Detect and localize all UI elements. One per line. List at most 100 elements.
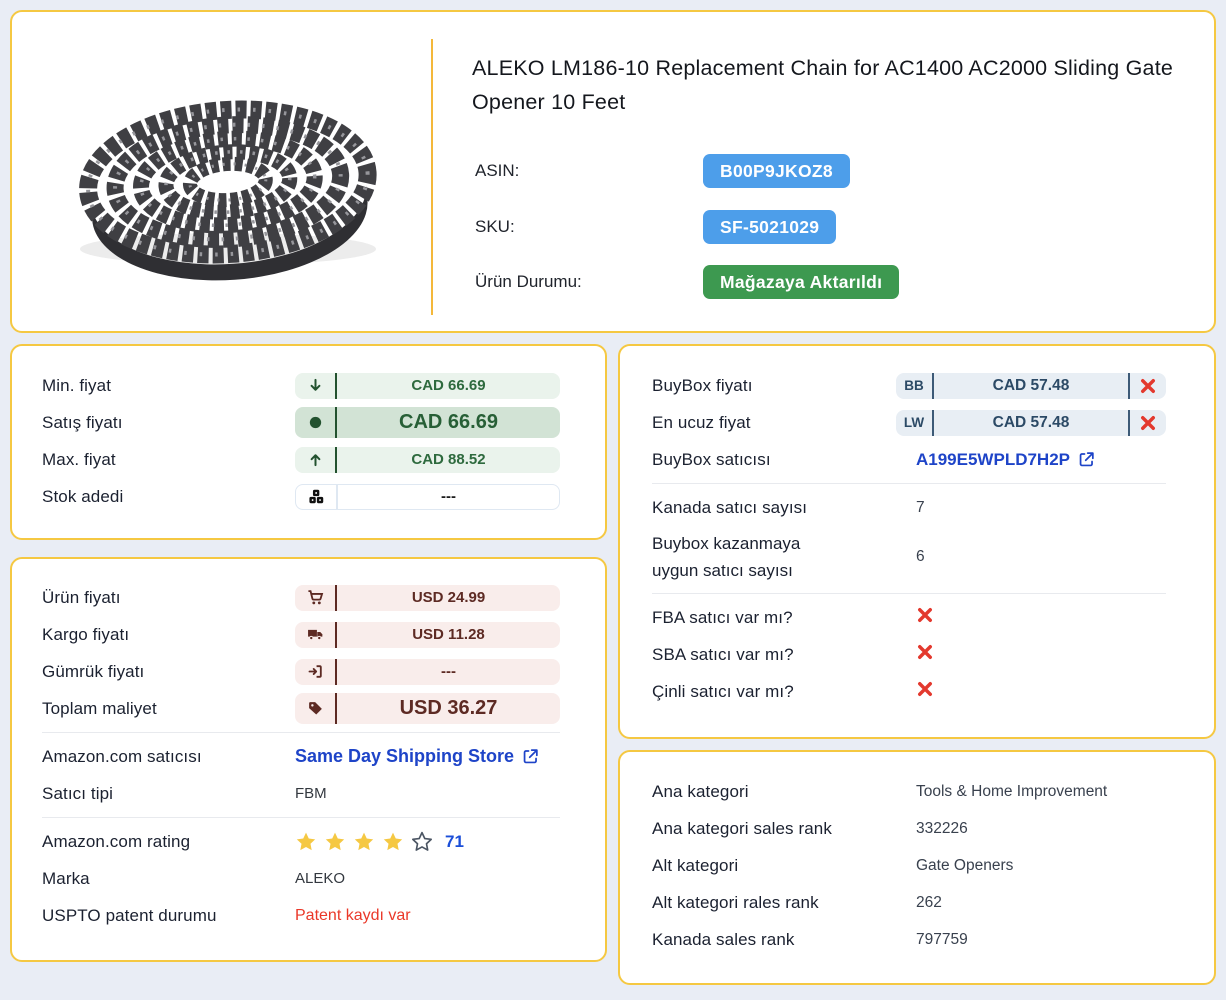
main-category-rank-label: Ana kategori sales rank: [652, 818, 832, 838]
divider: [652, 593, 1166, 594]
tag-icon: [295, 700, 335, 717]
asin-badge: B00P9JKOZ8: [703, 154, 850, 188]
total-cost-label: Toplam maliyet: [42, 698, 157, 718]
status-label: Ürün Durumu:: [475, 272, 582, 291]
eligible-sellers-row: Buybox kazanmaya uygun satıcı sayısı 6: [652, 526, 1166, 588]
divider: [652, 483, 1166, 484]
star-icon: [296, 832, 316, 850]
shipping-price-row: Kargo fiyatı USD 11.28: [42, 616, 560, 653]
main-category-rank-row: Ana kategori sales rank 332226: [652, 810, 1166, 847]
cost-card: Ürün fiyatı USD 24.99 Kargo fiyatı USD 1…: [10, 557, 607, 962]
star-icon: [412, 831, 432, 851]
brand-label: Marka: [42, 868, 90, 888]
sale-price-pill: CAD 66.69: [295, 407, 560, 438]
main-category-value: Tools & Home Improvement: [916, 782, 1108, 800]
sale-price-label: Satış fiyatı: [42, 412, 123, 432]
rating-label: Amazon.com rating: [42, 831, 191, 851]
sub-category-rank-label: Alt kategori rales rank: [652, 892, 819, 912]
total-cost-row: Toplam maliyet USD 36.27: [42, 690, 560, 727]
buybox-seller-row: BuyBox satıcısı A199E5WPLD7H2P: [652, 441, 1166, 478]
canada-sellers-label: Kanada satıcı sayısı: [652, 497, 808, 517]
truck-icon: [295, 626, 335, 643]
canada-rank-value: 797759: [916, 930, 968, 948]
total-cost-pill: USD 36.27: [295, 693, 560, 724]
x-icon: [1130, 377, 1166, 395]
sub-category-value: Gate Openers: [916, 856, 1014, 874]
fba-seller-label: FBA satıcı var mı?: [652, 607, 793, 627]
seller-type-label: Satıcı tipi: [42, 783, 114, 803]
sba-seller-label: SBA satıcı var mı?: [652, 644, 794, 664]
vertical-divider: [431, 39, 433, 315]
store-price-card: Min. fiyat CAD 66.69 Satış fiyatı CAD 66…: [10, 344, 607, 540]
x-icon: [896, 606, 1166, 629]
lowest-price-pill: LW CAD 57.48: [896, 409, 1166, 436]
boxes-icon: [296, 488, 336, 505]
product-price-label: Ürün fiyatı: [42, 587, 121, 607]
min-price-row: Min. fiyat CAD 66.69: [42, 367, 560, 404]
buybox-price-pill: BB CAD 57.48: [896, 372, 1166, 399]
customs-price-row: Gümrük fiyatı ---: [42, 653, 560, 690]
fba-seller-row: FBA satıcı var mı?: [652, 599, 1166, 636]
chinese-seller-label: Çinli satıcı var mı?: [652, 681, 794, 701]
sba-seller-row: SBA satıcı var mı?: [652, 636, 1166, 673]
chinese-seller-row: Çinli satıcı var mı?: [652, 673, 1166, 710]
amazon-seller-link[interactable]: Same Day Shipping Store: [295, 746, 540, 767]
arrow-up-icon: [295, 451, 335, 468]
brand-value: ALEKO: [295, 870, 346, 887]
canada-rank-label: Kanada sales rank: [652, 929, 795, 949]
min-price-label: Min. fiyat: [42, 375, 112, 395]
product-image: [79, 100, 377, 281]
lowest-price-row: En ucuz fiyat LW CAD 57.48: [652, 404, 1166, 441]
stock-label: Stok adedi: [42, 486, 124, 506]
status-badge: Mağazaya Aktarıldı: [703, 265, 900, 299]
star-icon: [325, 832, 345, 850]
patent-status: Patent kaydı var: [295, 906, 411, 924]
cart-icon: [295, 589, 335, 606]
rating-count-link[interactable]: 71: [445, 832, 464, 852]
seller-type-row: Satıcı tipi FBM: [42, 775, 560, 812]
shipping-price-label: Kargo fiyatı: [42, 624, 130, 644]
sku-row: SKU: SF-5021029: [475, 210, 837, 244]
buybox-seller-link[interactable]: A199E5WPLD7H2P: [916, 450, 1096, 470]
sub-category-label: Alt kategori: [652, 855, 739, 875]
product-price-pill: USD 24.99: [295, 584, 560, 611]
buybox-price-label: BuyBox fiyatı: [652, 375, 753, 395]
external-link-icon: [521, 747, 540, 766]
shipping-price-pill: USD 11.28: [295, 621, 560, 648]
buybox-price-row: BuyBox fiyatı BB CAD 57.48: [652, 367, 1166, 404]
import-icon: [295, 663, 335, 680]
product-price-row: Ürün fiyatı USD 24.99: [42, 579, 560, 616]
star-icon: [354, 832, 374, 850]
max-price-row: Max. fiyat CAD 88.52: [42, 441, 560, 478]
max-price-pill: CAD 88.52: [295, 446, 560, 473]
max-price-label: Max. fiyat: [42, 449, 116, 469]
brand-row: Marka ALEKO: [42, 860, 560, 897]
lowest-price-label: En ucuz fiyat: [652, 412, 751, 432]
sub-category-rank-row: Alt kategori rales rank 262: [652, 884, 1166, 921]
sku-badge: SF-5021029: [703, 210, 837, 244]
customs-price-label: Gümrük fiyatı: [42, 661, 145, 681]
main-category-rank-value: 332226: [916, 819, 968, 837]
circle-icon: [295, 414, 335, 431]
arrow-down-icon: [295, 377, 335, 394]
x-icon: [1130, 414, 1166, 432]
canada-sellers-row: Kanada satıcı sayısı 7: [652, 489, 1166, 526]
canada-sellers-value: 7: [916, 498, 925, 516]
x-icon: [896, 680, 1166, 703]
asin-row: ASIN: B00P9JKOZ8: [475, 154, 850, 188]
min-price-pill: CAD 66.69: [295, 372, 560, 399]
amazon-seller-label: Amazon.com satıcısı: [42, 746, 202, 766]
buybox-card: BuyBox fiyatı BB CAD 57.48 En ucuz fiyat…: [618, 344, 1216, 739]
category-card: Ana kategori Tools & Home Improvement An…: [618, 750, 1216, 985]
sale-price-row: Satış fiyatı CAD 66.69: [42, 404, 560, 441]
stock-row: Stok adedi ---: [42, 478, 560, 515]
product-title: ALEKO LM186-10 Replacement Chain for AC1…: [472, 56, 1174, 114]
patent-row: USPTO patent durumu Patent kaydı var: [42, 897, 560, 934]
product-header-card: ALEKO LM186-10 Replacement Chain for AC1…: [10, 10, 1216, 333]
amazon-seller-row: Amazon.com satıcısı Same Day Shipping St…: [42, 738, 560, 775]
seller-type-value: FBM: [295, 785, 327, 802]
external-link-icon: [1077, 450, 1096, 469]
main-category-label: Ana kategori: [652, 781, 749, 801]
product-dashboard: ALEKO LM186-10 Replacement Chain for AC1…: [0, 0, 1226, 1000]
stock-pill: ---: [295, 483, 560, 510]
